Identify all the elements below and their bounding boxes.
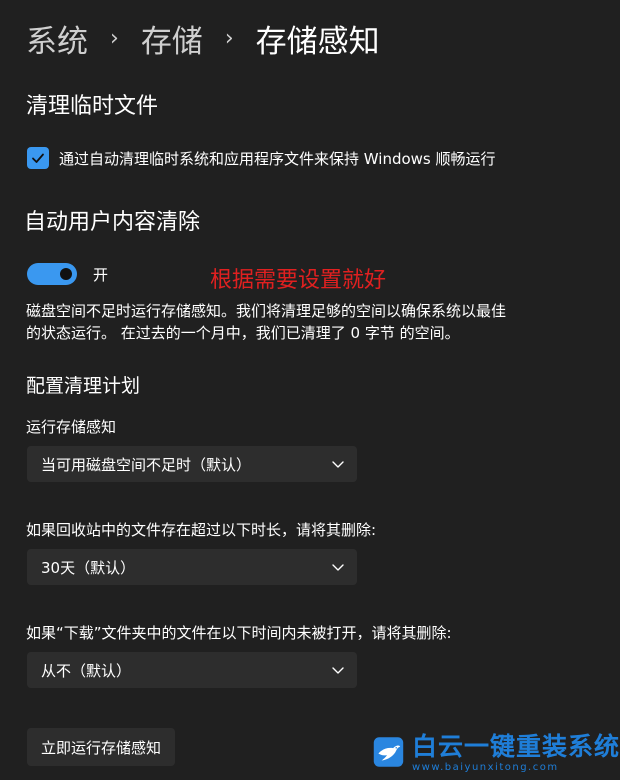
temp-files-heading: 清理临时文件 [26, 94, 159, 119]
run-storage-sense-value: 当可用磁盘空间不足时（默认） [41, 455, 252, 474]
checkmark-icon [32, 153, 44, 163]
description-line-2: 的状态运行。 在过去的一个月中，我们已清理了 0 字节 的空间。 [26, 324, 460, 342]
watermark-url: www.baiyunxitong.com [411, 761, 559, 773]
downloads-label: 如果“下载”文件夹中的文件在以下时间内未被打开，请将其删除: [26, 624, 452, 642]
auto-clean-description: 磁盘空间不足时运行存储感知。我们将清理足够的空间以确保系统以最佳 的状态运行。 … [26, 300, 586, 344]
breadcrumb: 系统 › 存储 › 存储感知 [26, 14, 380, 62]
bird-logo-icon [373, 737, 404, 767]
temp-files-checkbox[interactable] [27, 147, 49, 169]
toggle-knob [60, 268, 72, 280]
breadcrumb-storage[interactable]: 存储 [141, 16, 203, 61]
annotation-text: 根据需要设置就好 [210, 268, 387, 293]
recycle-bin-select[interactable]: 30天（默认） [27, 549, 357, 585]
chevron-right-icon: › [110, 25, 119, 51]
chevron-down-icon [332, 667, 344, 674]
run-storage-sense-select[interactable]: 当可用磁盘空间不足时（默认） [27, 446, 357, 482]
run-now-button[interactable]: 立即运行存储感知 [27, 728, 176, 766]
auto-clean-toggle-row: 开 [27, 263, 108, 285]
toggle-state-label: 开 [93, 265, 109, 284]
chevron-down-icon [332, 564, 344, 571]
temp-files-checkbox-label: 通过自动清理临时系统和应用程序文件来保持 Windows 顺畅运行 [59, 149, 496, 168]
chevron-right-icon: › [224, 25, 234, 51]
auto-clean-heading: 自动用户内容清除 [24, 210, 201, 235]
downloads-value: 从不（默认） [41, 661, 132, 680]
auto-clean-toggle[interactable] [27, 263, 77, 285]
recycle-bin-label: 如果回收站中的文件存在超过以下时长，请将其删除: [26, 521, 377, 539]
watermark-title: 白云一键重装系统 [411, 731, 620, 761]
description-line-1: 磁盘空间不足时运行存储感知。我们将清理足够的空间以确保系统以最佳 [26, 302, 507, 320]
run-storage-sense-label: 运行存储感知 [26, 418, 117, 436]
downloads-select[interactable]: 从不（默认） [27, 652, 357, 688]
chevron-down-icon [332, 461, 344, 468]
watermark: 白云一键重装系统 www.baiyunxitong.com [365, 724, 620, 780]
watermark-text: 白云一键重装系统 www.baiyunxitong.com [412, 732, 620, 773]
breadcrumb-system[interactable]: 系统 [26, 16, 88, 61]
temp-files-row: 通过自动清理临时系统和应用程序文件来保持 Windows 顺畅运行 [27, 147, 496, 169]
schedule-heading: 配置清理计划 [26, 375, 141, 397]
recycle-bin-value: 30天（默认） [41, 558, 136, 577]
page-title: 存储感知 [255, 23, 380, 60]
